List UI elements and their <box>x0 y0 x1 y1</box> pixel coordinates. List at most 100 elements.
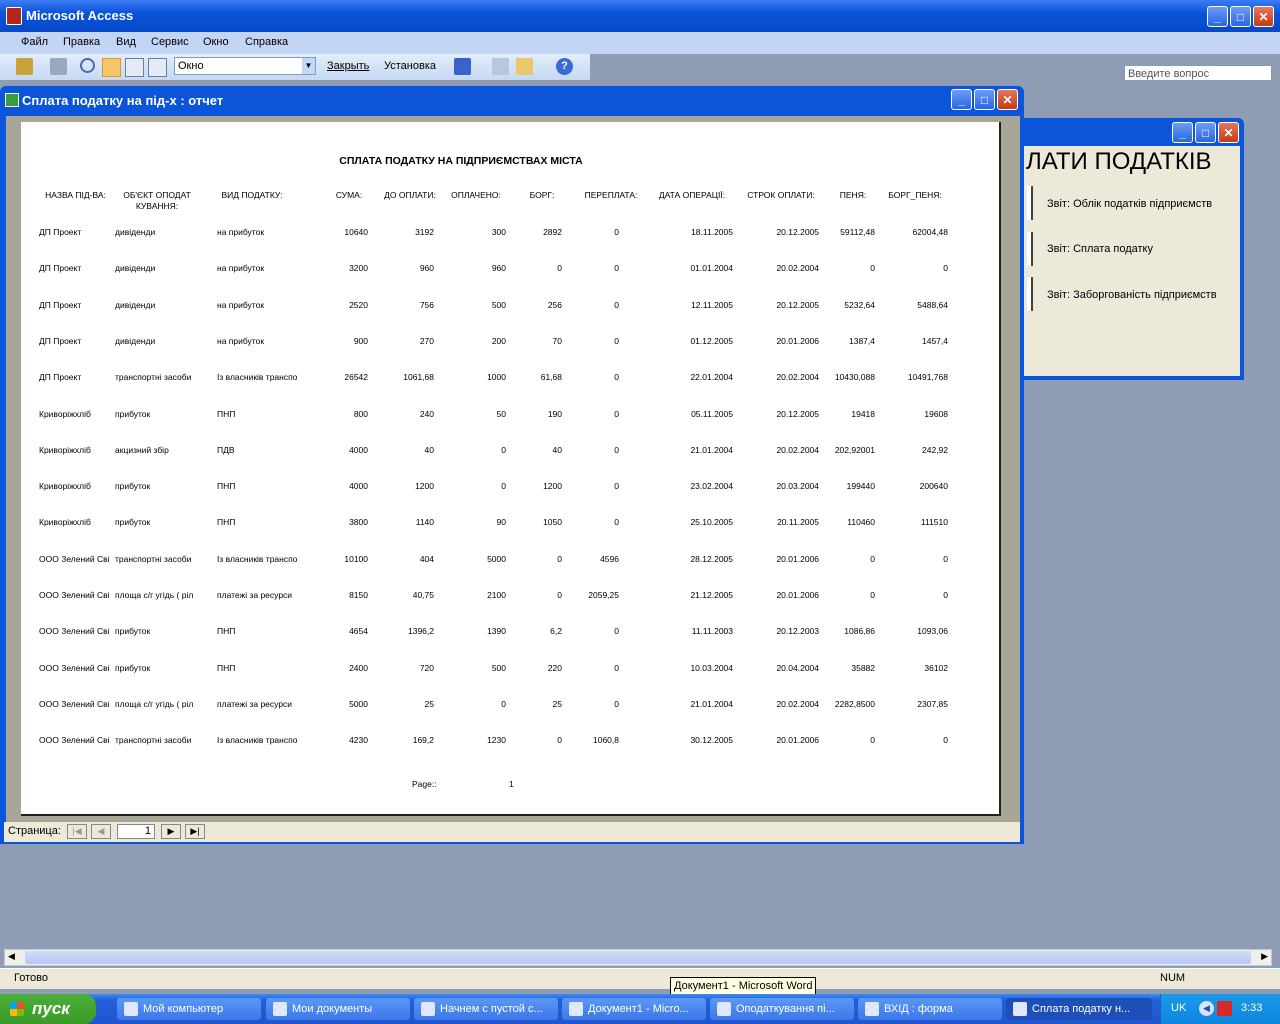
language-indicator[interactable]: UK <box>1171 1002 1186 1014</box>
table-cell: 20.01.2006 <box>776 735 819 746</box>
report-minimize-button[interactable]: _ <box>951 89 972 110</box>
menu-file[interactable]: Файл <box>21 36 48 48</box>
database-window-icon[interactable] <box>492 58 509 75</box>
folder-icon <box>273 1002 287 1016</box>
page-setup-button[interactable]: Установка <box>384 60 436 72</box>
table-cell: 756 <box>419 299 434 310</box>
task-access-db[interactable]: Оподаткування пі... <box>710 998 854 1020</box>
page-nav-label: Страница: <box>8 825 61 837</box>
task-report[interactable]: Сплата податку н... <box>1006 998 1152 1020</box>
table-cell: ПДВ <box>217 444 235 455</box>
report-button-2[interactable] <box>1027 232 1033 266</box>
table-cell: 90 <box>496 517 506 528</box>
report-button-1[interactable] <box>1027 186 1033 220</box>
form-heading: ЛАТИ ПОДАТКІВ <box>1026 148 1212 175</box>
table-cell: ООО Зелений Сві <box>39 590 110 600</box>
menu-tools[interactable]: Сервис <box>151 36 189 48</box>
table-cell: 0 <box>614 408 619 419</box>
antivirus-icon[interactable] <box>1217 1001 1232 1016</box>
two-pages-icon[interactable] <box>125 58 144 77</box>
task-my-documents[interactable]: Мои документы <box>266 998 410 1020</box>
table-cell: 20.01.2006 <box>776 335 819 346</box>
tray-arrow-icon[interactable]: ◀ <box>1199 1001 1214 1016</box>
table-cell: ООО Зелений Сві <box>39 698 110 709</box>
page-number-input[interactable]: 1 <box>117 824 155 839</box>
table-cell: Криворіжхліб <box>39 481 91 492</box>
table-cell: 900 <box>353 335 368 346</box>
form-maximize-button[interactable]: □ <box>1195 122 1216 143</box>
table-cell: 300 <box>491 227 506 237</box>
column-header: ОБ'ЄКТ ОПОДАТ КУВАННЯ: <box>123 190 191 211</box>
task-word-new[interactable]: Начнем с пустой с... <box>414 998 558 1020</box>
table-cell: ООО Зелений Сві <box>39 626 110 637</box>
table-cell: на прибуток <box>217 335 265 346</box>
close-button[interactable]: ✕ <box>1253 6 1274 27</box>
table-cell: 6,2 <box>550 626 562 637</box>
app-title: Microsoft Access <box>26 8 134 23</box>
task-my-computer[interactable]: Мой компьютер <box>117 998 261 1020</box>
multiple-pages-icon[interactable] <box>148 58 167 77</box>
menu-window[interactable]: Окно <box>203 36 229 48</box>
office-links-icon[interactable] <box>454 58 471 75</box>
report-icon <box>5 93 19 107</box>
column-header: ДАТА ОПЕРАЦІЇ: <box>658 190 726 200</box>
zoom-icon[interactable] <box>80 58 95 73</box>
form-close-button[interactable]: ✕ <box>1218 122 1239 143</box>
report-window-title: Сплата податку на під-х : отчет <box>22 93 224 108</box>
table-cell: 1200 <box>415 481 434 492</box>
one-page-icon[interactable] <box>102 58 121 77</box>
zoom-select[interactable]: Окно ▼ <box>174 57 316 75</box>
last-page-button[interactable]: ▶| <box>185 824 205 839</box>
table-cell: 50 <box>496 408 506 419</box>
table-cell: 20.12.2003 <box>776 626 819 637</box>
menu-help[interactable]: Справка <box>245 36 288 48</box>
table-cell: ПНП <box>217 481 236 492</box>
print-icon[interactable] <box>50 58 67 75</box>
report-maximize-button[interactable]: □ <box>974 89 995 110</box>
task-form[interactable]: ВХІД : форма <box>858 998 1002 1020</box>
column-header: СУМА: <box>335 190 363 200</box>
table-cell: 0 <box>557 735 562 746</box>
report-button-3[interactable] <box>1027 277 1033 311</box>
first-page-button[interactable]: |◀ <box>67 824 87 839</box>
scroll-right-icon[interactable]: ▶ <box>1261 951 1268 962</box>
table-cell: ООО Зелений Сві <box>39 735 110 746</box>
help-icon[interactable]: ? <box>556 58 573 75</box>
table-cell: 4000 <box>349 444 368 455</box>
design-view-icon[interactable] <box>16 58 33 75</box>
previous-page-button[interactable]: ◀ <box>91 824 111 839</box>
new-object-icon[interactable] <box>516 58 533 75</box>
next-page-button[interactable]: ▶ <box>161 824 181 839</box>
table-cell: 5000 <box>487 553 506 564</box>
form-minimize-button[interactable]: _ <box>1172 122 1193 143</box>
scrollbar-thumb[interactable] <box>25 951 1251 964</box>
table-cell: 2892 <box>543 227 562 237</box>
table-cell: 0 <box>501 698 506 709</box>
table-cell: 1457,4 <box>922 335 948 346</box>
table-cell: 11.11.2003 <box>691 626 733 637</box>
table-cell: 20.02.2004 <box>776 698 819 709</box>
maximize-button[interactable]: □ <box>1230 6 1251 27</box>
table-cell: Із власників транспо <box>217 553 298 564</box>
start-button[interactable]: пуск <box>0 994 96 1024</box>
column-header: БОРГ_ПЕНЯ: <box>888 190 942 200</box>
app-title-bar: Microsoft Access _ □ ✕ <box>0 0 1280 32</box>
table-cell: 240 <box>419 408 434 419</box>
menu-edit[interactable]: Правка <box>63 36 100 48</box>
menu-view[interactable]: Вид <box>116 36 136 48</box>
close-preview-button[interactable]: Закрыть <box>327 60 369 72</box>
horizontal-scrollbar[interactable]: ◀ ▶ <box>4 949 1272 966</box>
word-icon <box>421 1002 435 1016</box>
zoom-value: Окно <box>178 60 204 72</box>
minimize-button[interactable]: _ <box>1207 6 1228 27</box>
table-cell: на прибуток <box>217 263 265 274</box>
table-cell: 0 <box>614 263 619 274</box>
table-cell: 0 <box>943 590 948 600</box>
report-close-button[interactable]: ✕ <box>997 89 1018 110</box>
table-cell: 0 <box>614 299 619 310</box>
table-cell: 270 <box>419 335 434 346</box>
table-cell: 19418 <box>851 408 875 419</box>
column-header: ОПЛАЧЕНО: <box>451 190 501 200</box>
scroll-left-icon[interactable]: ◀ <box>8 951 15 962</box>
task-word-document[interactable]: Документ1 - Micro... <box>562 998 706 1020</box>
